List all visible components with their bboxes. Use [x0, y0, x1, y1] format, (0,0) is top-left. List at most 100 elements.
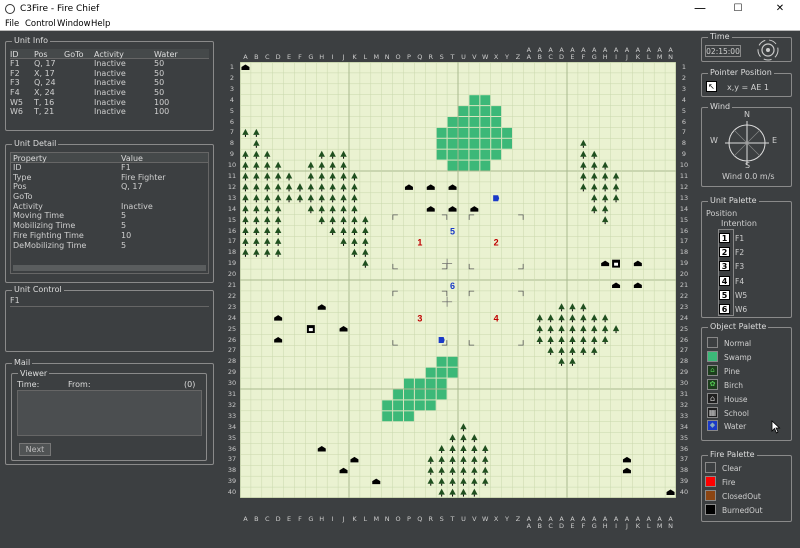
detail-scrollbar[interactable]	[13, 265, 206, 271]
row-label: 22	[227, 291, 237, 300]
house-icon[interactable]: ⌂	[707, 392, 718, 404]
unit-control-title: Unit Control	[12, 285, 64, 294]
normal-swatch[interactable]	[707, 337, 718, 348]
pine-tree-icon	[264, 194, 271, 201]
pine-tree-icon	[285, 183, 293, 190]
row-label: 23	[679, 302, 689, 311]
unit-detail-row: Fire Fighting Time 10	[11, 231, 208, 241]
fire-closedout-swatch[interactable]	[705, 490, 716, 501]
unit-info-cell: Inactive	[94, 107, 126, 117]
row-label: 21	[679, 281, 689, 289]
row-label: 30	[679, 379, 689, 388]
unit-info-row[interactable]: F4 X, 24 Inactive 50	[10, 88, 209, 98]
swamp-cell	[425, 389, 436, 400]
pine-tree-icon	[558, 346, 565, 353]
window-title-bar: C3Fire - Fire Chief — ☐ ✕	[0, 0, 800, 18]
swamp-cell	[491, 149, 502, 160]
column-label: X	[493, 515, 499, 523]
unit-info-row[interactable]: W6 T, 21 Inactive 100	[10, 107, 209, 117]
swamp-cell	[404, 378, 414, 389]
mail-from-label: From:	[68, 380, 91, 389]
row-label: 3	[681, 84, 687, 93]
fire-fire-swatch[interactable]	[705, 476, 716, 487]
mail-next-button[interactable]: Next	[19, 443, 51, 456]
unit-palette-title: Unit Palette	[708, 196, 759, 205]
fire-burnedout-swatch[interactable]	[705, 504, 716, 515]
swamp-cell	[458, 149, 469, 160]
map-grid[interactable]: 1 2 3 4 5 6	[240, 62, 676, 498]
unit-F2-button[interactable]: 2	[719, 247, 730, 258]
pine-tree-icon	[318, 150, 325, 157]
menu-window[interactable]: Window	[57, 19, 91, 29]
house-icon	[426, 206, 435, 212]
unit-detail-row: DeMobilizing Time 5	[11, 241, 208, 251]
pine-tree-icon	[460, 434, 467, 441]
menu-control[interactable]: Control	[25, 19, 56, 29]
column-label: A D	[559, 46, 565, 61]
pine-tree-icon	[362, 248, 369, 255]
pine-tree-icon	[253, 227, 260, 233]
unit-info-title: Unit Info	[12, 36, 50, 45]
unit-info-row[interactable]: F1 Q, 17 Inactive 50	[10, 59, 209, 69]
unit-F3-button[interactable]: 3	[719, 261, 730, 272]
unit-F4-button[interactable]: 4	[719, 275, 730, 286]
column-label: S	[439, 515, 444, 523]
column-label: V	[472, 515, 477, 523]
col-goto: GoTo	[64, 50, 84, 59]
menu-file[interactable]: File	[5, 19, 19, 29]
unit-W6-button[interactable]: 6	[719, 304, 730, 314]
unit-info-cell: W5	[10, 97, 23, 107]
column-label: D	[275, 53, 281, 61]
pine-tree-icon	[242, 150, 249, 157]
unit-control-value: F1	[10, 296, 20, 305]
unit-info-cell: X, 24	[34, 88, 55, 98]
unit-info-row[interactable]: W5 T, 16 Inactive 100	[10, 98, 209, 108]
pine-icon[interactable]: ⌂	[707, 364, 718, 376]
pine-tree-icon	[329, 161, 336, 168]
pine-tree-icon	[264, 183, 271, 190]
column-label: W	[482, 53, 489, 61]
pine-tree-icon	[351, 237, 358, 244]
column-label: P	[406, 515, 411, 523]
object-palette-label: Normal	[724, 339, 752, 348]
pine-tree-icon	[274, 161, 282, 168]
school-icon[interactable]: ▦	[707, 406, 718, 418]
pine-tree-icon	[601, 172, 609, 179]
water-icon[interactable]: ◆	[707, 420, 718, 432]
row-label: 14	[227, 204, 237, 213]
swamp-swatch[interactable]	[707, 350, 718, 362]
close-button[interactable]: ✕	[760, 0, 800, 18]
row-label: 35	[227, 433, 237, 442]
column-label: A N	[668, 515, 673, 530]
unit-W5-button[interactable]: 5	[719, 289, 730, 300]
column-label: T	[450, 515, 455, 523]
object-palette-label: Water	[724, 422, 747, 432]
pine-tree-icon	[569, 325, 576, 332]
pine-tree-icon	[482, 445, 489, 451]
minimize-button[interactable]: —	[680, 0, 720, 18]
unit-info-row[interactable]: F2 X, 17 Inactive 50	[10, 69, 209, 79]
swamp-cell	[469, 160, 480, 171]
pine-tree-icon	[253, 128, 260, 135]
row-label: 3	[229, 84, 235, 93]
map-area[interactable]: 1 2 3 4 5 6	[240, 62, 676, 498]
column-label: Z	[515, 53, 521, 61]
mail-list[interactable]	[17, 390, 202, 436]
fire-clear-swatch[interactable]	[705, 462, 716, 473]
unit-F1-button[interactable]: 1	[719, 233, 730, 243]
column-label: R	[428, 515, 433, 523]
pine-tree-icon	[253, 205, 260, 212]
column-label: I	[331, 53, 334, 61]
row-label: 23	[227, 302, 237, 311]
unit-info-row[interactable]: F3 Q, 24 Inactive 50	[10, 78, 209, 88]
pine-tree-icon	[471, 488, 478, 495]
menu-help[interactable]: Help	[91, 19, 110, 29]
pine-tree-icon	[471, 434, 478, 441]
column-label: N	[384, 53, 390, 61]
swamp-cell	[480, 149, 491, 160]
swamp-cell	[469, 138, 480, 149]
pine-tree-icon	[242, 227, 249, 233]
maximize-button[interactable]: ☐	[718, 0, 758, 18]
birch-icon[interactable]: ✿	[707, 378, 718, 390]
row-label: 32	[679, 400, 689, 409]
